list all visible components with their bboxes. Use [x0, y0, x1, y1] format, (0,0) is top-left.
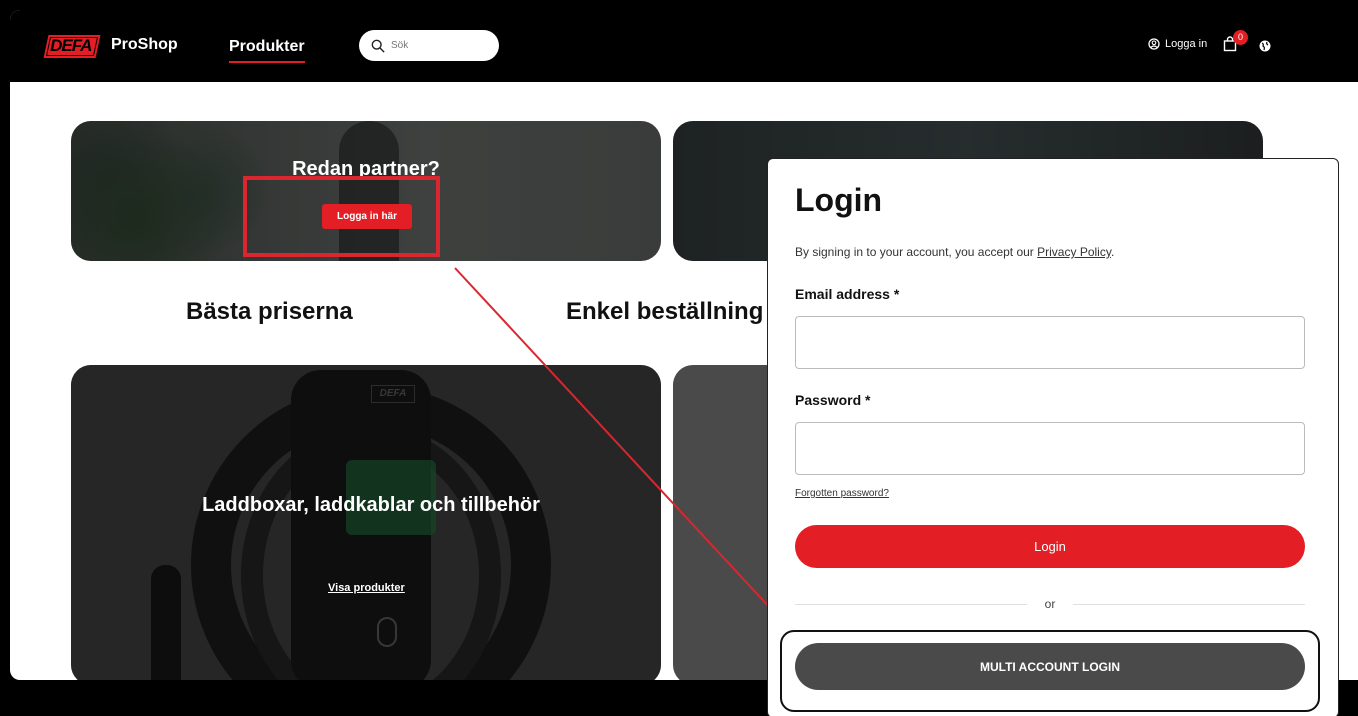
language-button[interactable] [1259, 39, 1271, 57]
cart-count-badge: 0 [1233, 30, 1248, 45]
category-card-chargers[interactable]: DEFA Laddboxar, laddkablar och tillbehör… [71, 365, 661, 680]
search-icon [371, 39, 385, 53]
category-overlay [71, 365, 661, 680]
privacy-policy-link[interactable]: Privacy Policy [1037, 245, 1111, 259]
login-link-label: Logga in [1165, 38, 1208, 50]
nav-products[interactable]: Produkter [229, 38, 305, 63]
forgot-password-link[interactable]: Forgotten password? [795, 488, 889, 499]
note-suffix: . [1110, 245, 1115, 259]
email-field[interactable] [795, 316, 1305, 369]
search-input[interactable] [391, 40, 481, 51]
view-products-link[interactable]: Visa produkter [328, 582, 405, 594]
feature-easy-order: Enkel beställning [566, 298, 764, 325]
password-field[interactable] [795, 422, 1305, 475]
header-login-link[interactable]: Logga in [1148, 38, 1207, 50]
email-label: Email address * [795, 286, 900, 302]
privacy-note: By signing in to your account, you accep… [795, 245, 1114, 259]
or-divider: or [795, 597, 1306, 611]
globe-icon [1259, 40, 1271, 52]
cart-button[interactable]: 0 [1223, 30, 1248, 57]
multi-account-login-button[interactable]: MULTI ACCOUNT LOGIN [795, 643, 1305, 690]
user-circle-icon [1148, 38, 1160, 50]
divider-line [1073, 603, 1306, 605]
feature-best-prices: Bästa priserna [186, 298, 353, 325]
brand-name[interactable]: ProShop [111, 36, 178, 54]
or-text: or [1044, 597, 1056, 611]
password-label: Password * [795, 392, 871, 408]
note-prefix: By signing in to your account, you accep… [795, 245, 1038, 259]
login-button[interactable]: Login [795, 525, 1305, 568]
site-header: DEFA ProShop Produkter Logga in 0 [10, 10, 1358, 82]
annotation-highlight-box [243, 176, 440, 257]
login-modal: Login By signing in to your account, you… [767, 158, 1339, 716]
logo-text: DEFA [50, 36, 92, 55]
search-box[interactable] [359, 30, 499, 61]
divider-line [795, 603, 1027, 605]
modal-title: Login [795, 182, 883, 218]
category-title: Laddboxar, laddkablar och tillbehör [202, 494, 540, 516]
defa-logo[interactable]: DEFA [43, 35, 101, 58]
